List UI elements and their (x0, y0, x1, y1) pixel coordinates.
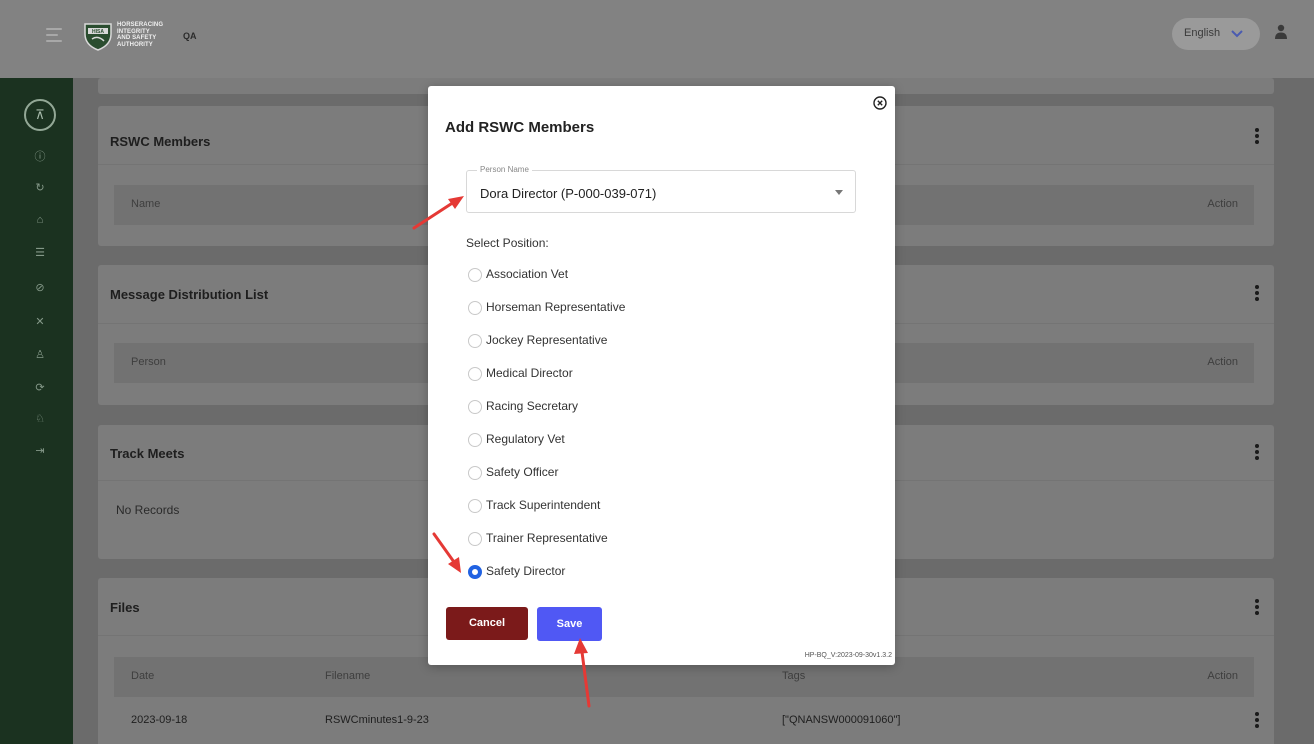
radio-regulatory-vet[interactable] (468, 433, 482, 447)
environment-label: QA (183, 31, 197, 41)
pin-icon[interactable]: ⊼ (24, 99, 56, 131)
version-label: HP-BQ_V:2023-09-30v1.3.2 (804, 652, 892, 659)
col-date: Date (131, 670, 155, 682)
file-date: 2023-09-18 (131, 714, 188, 726)
cycle-icon[interactable]: ⟳ (33, 381, 47, 395)
server-icon[interactable]: ☰ (33, 246, 47, 260)
select-position-label: Select Position: (466, 236, 549, 250)
person-name-select[interactable]: Person Name Dora Director (P-000-039-071… (466, 165, 856, 213)
save-button[interactable]: Save (537, 607, 602, 641)
radio-medical-director[interactable] (468, 367, 482, 381)
horse-icon[interactable]: ♘ (33, 412, 47, 426)
refresh-icon[interactable]: ↻ (33, 181, 47, 195)
info-icon[interactable]: ⓘ (33, 150, 47, 164)
col-person: Person (131, 356, 166, 368)
radio-label: Horseman Representative (486, 300, 626, 314)
col-action: Action (1207, 356, 1238, 368)
rswc-members-title: RSWC Members (110, 134, 211, 149)
app-header: HISA HORSERACING INTEGRITY AND SAFETY AU… (0, 0, 1314, 78)
radio-jockey-representative[interactable] (468, 334, 482, 348)
user-icon[interactable] (1274, 24, 1288, 40)
message-distribution-title: Message Distribution List (110, 287, 269, 302)
radio-label: Safety Director (486, 564, 566, 578)
col-name: Name (131, 198, 161, 210)
col-filename: Filename (325, 670, 371, 682)
radio-label: Track Superintendent (486, 498, 601, 512)
more-options-icon[interactable] (1255, 128, 1259, 144)
radio-label: Trainer Representative (486, 531, 608, 545)
person-icon[interactable]: ♙ (33, 348, 47, 362)
radio-label: Regulatory Vet (486, 432, 565, 446)
radio-horseman-representative[interactable] (468, 301, 482, 315)
col-action: Action (1207, 198, 1238, 210)
radio-label: Racing Secretary (486, 399, 579, 413)
more-options-icon[interactable] (1255, 599, 1259, 615)
file-tags: ["QNANSW000091060"] (782, 714, 901, 726)
radio-label: Association Vet (486, 267, 569, 281)
cancel-button[interactable]: Cancel (446, 607, 528, 640)
more-options-icon[interactable] (1255, 444, 1259, 460)
hisa-logo: HISA (84, 23, 112, 51)
menu-icon[interactable] (46, 28, 62, 42)
bell-icon[interactable]: ⌂ (33, 213, 47, 227)
logout-icon[interactable]: ⇥ (33, 444, 47, 458)
file-name[interactable]: RSWCminutes1-9-23 (325, 714, 429, 726)
track-meets-title: Track Meets (110, 446, 185, 461)
chevron-down-icon (1231, 30, 1243, 38)
language-label: English (1184, 27, 1221, 39)
tools-icon[interactable]: ✕ (33, 315, 47, 329)
language-selector[interactable]: English (1172, 18, 1260, 50)
radio-label: Safety Officer (486, 465, 559, 479)
dialog-title: Add RSWC Members (445, 119, 595, 136)
radio-trainer-representative[interactable] (468, 532, 482, 546)
logo-badge-text: HISA (92, 29, 104, 35)
no-records-text: No Records (116, 503, 180, 517)
files-title: Files (110, 600, 140, 615)
check-circle-icon[interactable]: ⊘ (33, 281, 47, 295)
person-name-value: Dora Director (P-000-039-071) (480, 186, 657, 201)
row-actions-icon[interactable] (1255, 712, 1259, 728)
sidebar (0, 78, 73, 744)
radio-racing-secretary[interactable] (468, 400, 482, 414)
close-icon[interactable] (873, 96, 887, 110)
add-rswc-members-dialog: Add RSWC Members Person Name Dora Direct… (428, 86, 895, 665)
radio-track-superintendent[interactable] (468, 499, 482, 513)
radio-label: Jockey Representative (486, 333, 608, 347)
more-options-icon[interactable] (1255, 285, 1259, 301)
person-name-label: Person Name (477, 165, 532, 174)
radio-safety-director[interactable] (468, 565, 482, 579)
radio-safety-officer[interactable] (468, 466, 482, 480)
col-tags: Tags (782, 670, 806, 682)
dropdown-caret-icon (835, 190, 843, 195)
logo-text: HORSERACING INTEGRITY AND SAFETY AUTHORI… (117, 22, 164, 48)
radio-association-vet[interactable] (468, 268, 482, 282)
col-action: Action (1207, 670, 1238, 682)
radio-label: Medical Director (486, 366, 573, 380)
